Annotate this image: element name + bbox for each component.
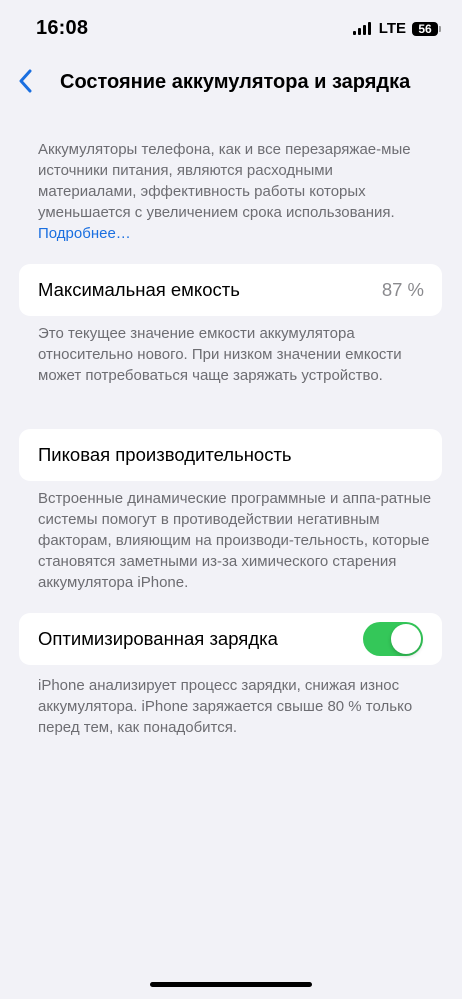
intro-description: Аккумуляторы телефона, как и все перезар… bbox=[38, 139, 434, 244]
battery-level: 56 bbox=[418, 21, 432, 36]
max-capacity-footer: Это текущее значение емкости аккумулятор… bbox=[38, 325, 402, 384]
navigation-bar: Состояние аккумулятора и зарядка bbox=[0, 60, 462, 104]
chevron-left-icon bbox=[19, 69, 32, 93]
home-indicator[interactable] bbox=[150, 982, 312, 987]
intro-text: Аккумуляторы телефона, как и все перезар… bbox=[38, 141, 411, 221]
optimized-charging-label: Оптимизированная зарядка bbox=[38, 628, 278, 649]
max-capacity-row: Максимальная емкость 87 % bbox=[19, 264, 442, 316]
peak-performance-footer: Встроенные динамические программные и ап… bbox=[38, 490, 432, 591]
optimized-charging-toggle[interactable] bbox=[363, 622, 423, 656]
max-capacity-label: Максимальная емкость bbox=[38, 279, 240, 300]
cellular-signal-icon bbox=[352, 22, 371, 35]
toggle-knob bbox=[391, 624, 421, 654]
learn-more-link[interactable]: Подробнее… bbox=[38, 225, 131, 242]
network-type-label: LTE bbox=[378, 20, 406, 37]
page-title: Состояние аккумулятора и зарядка bbox=[60, 71, 411, 93]
peak-performance-label: Пиковая производительность bbox=[38, 444, 292, 465]
back-button[interactable] bbox=[8, 64, 42, 98]
battery-icon: 56 bbox=[412, 21, 441, 36]
status-indicators: LTE 56 bbox=[352, 20, 441, 37]
max-capacity-value: 87 % bbox=[381, 279, 424, 300]
optimized-charging-row: Оптимизированная зарядка bbox=[19, 613, 442, 665]
status-time: 16:08 bbox=[36, 17, 89, 39]
optimized-charging-footer: iPhone анализирует процесс зарядки, сниж… bbox=[38, 677, 413, 736]
peak-performance-row: Пиковая производительность bbox=[19, 429, 442, 481]
status-bar: 16:08 LTE 56 bbox=[0, 0, 462, 58]
